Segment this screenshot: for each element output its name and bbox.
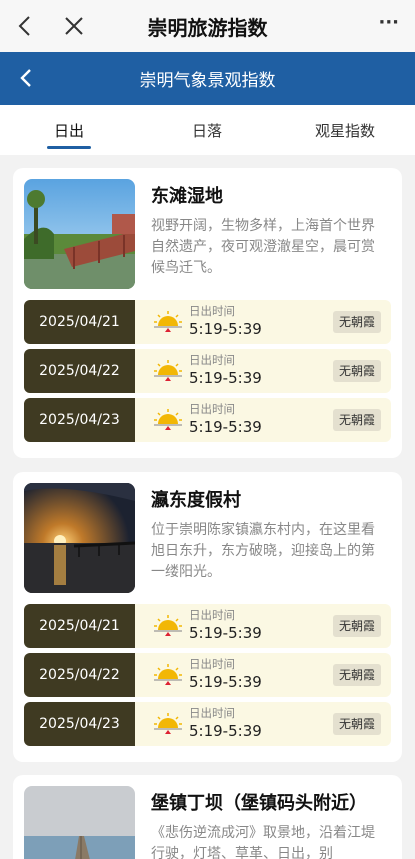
spot-card[interactable]: 瀛东度假村 位于崇明陈家镇瀛东村内，在这里看旭日东升，东方破晓，迎接岛上的第一缕… — [13, 472, 402, 762]
sunrise-time-value: 5:19-5:39 — [189, 722, 262, 740]
page-title: 崇明气象景观指数 — [139, 71, 276, 91]
morning-glow-badge: 无朝霞 — [332, 615, 381, 637]
forecast-row: 2025/04/22 日出时间 5:19-5:39 无朝霞 — [24, 653, 391, 697]
tab-stargazing[interactable]: 观星指数 — [315, 120, 375, 141]
sunrise-time-value: 5:19-5:39 — [189, 320, 262, 338]
more-menu-icon[interactable]: ··· — [378, 12, 399, 33]
forecast-row: 2025/04/23 日出时间 5:19-5:39 无朝霞 — [24, 398, 391, 442]
sunrise-icon — [154, 409, 182, 430]
forecast-row: 2025/04/21 日出时间 5:19-5:39 无朝霞 — [24, 300, 391, 344]
spot-name: 东滩湿地 — [151, 186, 223, 207]
app-title: 崇明旅游指数 — [147, 16, 268, 40]
sunrise-time-value: 5:19-5:39 — [189, 624, 262, 642]
morning-glow-badge: 无朝霞 — [332, 409, 381, 431]
forecast-date: 2025/04/22 — [24, 653, 135, 697]
morning-glow-badge: 无朝霞 — [332, 664, 381, 686]
sunrise-icon — [154, 664, 182, 685]
forecast-date: 2025/04/22 — [24, 349, 135, 393]
forecast-row: 2025/04/21 日出时间 5:19-5:39 无朝霞 — [24, 604, 391, 648]
wetland-photo-icon — [24, 179, 135, 289]
morning-glow-badge: 无朝霞 — [332, 360, 381, 382]
spot-description: 视野开阔，生物多样，上海首个世界自然遗产，夜可观澄澈星空，晨可赏候鸟迁飞。 — [151, 218, 375, 276]
forecast-date: 2025/04/23 — [24, 702, 135, 746]
morning-glow-badge: 无朝霞 — [332, 713, 381, 735]
spot-description: 位于崇明陈家镇瀛东村内，在这里看旭日东升，东方破晓，迎接岛上的第一缕阳光。 — [151, 522, 375, 580]
tab-sunrise[interactable]: 日出 — [54, 120, 84, 141]
forecast-date: 2025/04/21 — [24, 300, 135, 344]
sunrise-time-label: 日出时间 — [189, 353, 235, 367]
sunrise-time-label: 日出时间 — [189, 608, 235, 622]
spot-name: 堡镇丁坝（堡镇码头附近） — [151, 793, 367, 814]
forecast-row: 2025/04/23 日出时间 5:19-5:39 无朝霞 — [24, 702, 391, 746]
sunrise-icon — [154, 615, 182, 636]
sunrise-time-value: 5:19-5:39 — [189, 673, 262, 691]
spot-card[interactable]: 堡镇丁坝（堡镇码头附近） 《悲伤逆流成河》取景地，沿着江堤行驶，灯塔、草革、日出… — [13, 775, 402, 859]
sunrise-icon — [154, 311, 182, 332]
forecast-date: 2025/04/23 — [24, 398, 135, 442]
pier-photo-icon — [24, 786, 135, 859]
morning-glow-badge: 无朝霞 — [332, 311, 381, 333]
sunrise-time-label: 日出时间 — [189, 304, 235, 318]
spot-description: 《悲伤逆流成河》取景地，沿着江堤行驶，灯塔、草革、日出，别 — [151, 825, 375, 859]
forecast-row: 2025/04/22 日出时间 5:19-5:39 无朝霞 — [24, 349, 391, 393]
spot-name: 瀛东度假村 — [151, 490, 241, 511]
sunrise-water-photo-icon — [24, 483, 135, 593]
active-tab-indicator — [47, 146, 91, 149]
sub-header: 崇明气象景观指数 — [0, 52, 415, 105]
sunrise-time-label: 日出时间 — [189, 657, 235, 671]
top-nav-bar: 崇明旅游指数 ··· — [0, 0, 415, 52]
tab-sunset[interactable]: 日落 — [192, 120, 222, 141]
sunrise-time-value: 5:19-5:39 — [189, 369, 262, 387]
sunrise-icon — [154, 713, 182, 734]
forecast-date: 2025/04/21 — [24, 604, 135, 648]
spot-card[interactable]: 东滩湿地 视野开阔，生物多样，上海首个世界自然遗产，夜可观澄澈星空，晨可赏候鸟迁… — [13, 168, 402, 458]
sunrise-icon — [154, 360, 182, 381]
sunrise-time-label: 日出时间 — [189, 706, 235, 720]
sunrise-time-value: 5:19-5:39 — [189, 418, 262, 436]
sunrise-time-label: 日出时间 — [189, 402, 235, 416]
